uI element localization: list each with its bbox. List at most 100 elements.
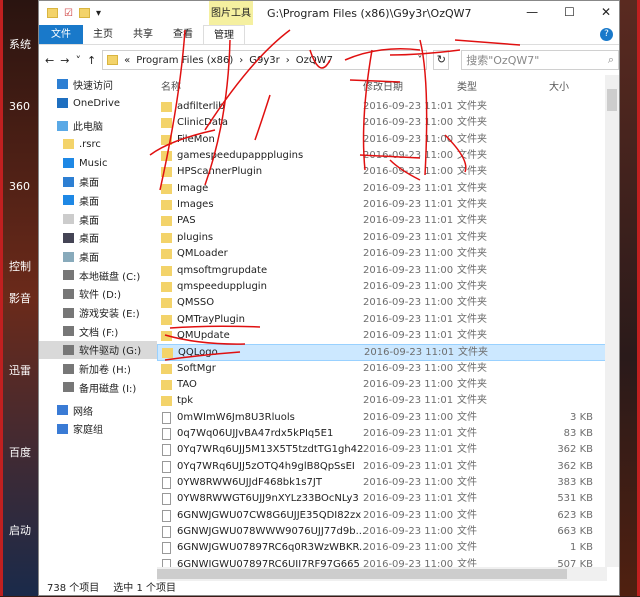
sidebar-item-label: OneDrive bbox=[73, 97, 121, 109]
breadcrumb-separator[interactable]: › bbox=[286, 55, 290, 66]
minimize-button[interactable]: — bbox=[526, 5, 538, 19]
tab-manage[interactable]: 管理 bbox=[203, 25, 245, 44]
file-name: PAS bbox=[177, 215, 196, 227]
file-row[interactable]: 0Yq7WRq6UJJ5zOTQ4h9glB8QpSsEI 2016-09-23 … bbox=[157, 459, 607, 475]
file-row[interactable]: QMSSO 2016-09-23 11:00 文件夹 bbox=[157, 295, 607, 311]
search-placeholder: 搜索"OzQW7" bbox=[466, 54, 540, 67]
customize-icon[interactable]: ▾ bbox=[96, 8, 101, 19]
breadcrumb-program-files[interactable]: Program Files (x86) bbox=[136, 55, 233, 66]
breadcrumb-g9y3r[interactable]: G9y3r bbox=[249, 55, 280, 66]
file-row[interactable]: qmspeedupplugin 2016-09-23 11:00 文件夹 bbox=[157, 279, 607, 295]
sidebar-item[interactable]: 桌面 bbox=[39, 210, 157, 229]
ribbon-tabs: 文件 主页 共享 查看 管理 ? bbox=[39, 25, 619, 45]
file-row[interactable]: 0YW8RWW6UJJdF468bk1s7JT 2016-09-23 11:00 文… bbox=[157, 475, 607, 491]
sidebar-item[interactable]: 快速访问 bbox=[39, 75, 157, 94]
address-bar[interactable]: « Program Files (x86) › G9y3r › OzQW7 ˅ bbox=[102, 50, 428, 70]
file-row[interactable]: 0mWImW6Jm8U3Rluols 2016-09-23 11:00 文件 3 KB bbox=[157, 410, 607, 426]
file-row[interactable]: 0YW8RWWGT6UJJ9nXYLz33BOcNLy3 2016-09-23 1… bbox=[157, 491, 607, 507]
tab-file[interactable]: 文件 bbox=[39, 25, 83, 44]
sidebar-item[interactable]: 新加卷 (H:) bbox=[39, 359, 157, 378]
file-type: 文件夹 bbox=[457, 101, 487, 112]
file-row[interactable]: 6GNWJGWU07897RC6q0R3WzWBKR... 2016-09-23 … bbox=[157, 540, 607, 556]
file-row[interactable]: adfilterlib 2016-09-23 11:01 文件夹 bbox=[157, 99, 607, 115]
file-date: 2016-09-23 11:00 bbox=[363, 477, 454, 489]
sidebar-item[interactable]: 软件驱动 (G:) bbox=[39, 340, 157, 360]
refresh-button[interactable]: ↻ bbox=[433, 50, 450, 70]
breadcrumb-ozqw7[interactable]: OzQW7 bbox=[296, 55, 333, 66]
properties-icon[interactable]: ☑ bbox=[64, 8, 73, 19]
file-row[interactable]: qmsoftmgrupdate 2016-09-23 11:00 文件夹 bbox=[157, 263, 607, 279]
tab-home[interactable]: 主页 bbox=[83, 25, 123, 44]
close-button[interactable]: ✕ bbox=[601, 5, 611, 19]
sidebar-item[interactable]: 桌面 bbox=[39, 247, 157, 266]
sidebar-item[interactable]: 游戏安装 (E:) bbox=[39, 303, 157, 322]
tab-share[interactable]: 共享 bbox=[123, 25, 163, 44]
file-date: 2016-09-23 11:00 bbox=[363, 133, 454, 145]
file-row[interactable]: TAO 2016-09-23 11:00 文件夹 bbox=[157, 377, 607, 393]
file-date: 2016-09-23 11:01 bbox=[364, 347, 455, 359]
file-row[interactable]: gamespeedupappplugins 2016-09-23 11:00 文件夹 bbox=[157, 148, 607, 164]
file-row[interactable]: 0Yq7WRq6UJJ5M13X5T5tzdtTG1gh42 2016-09-23… bbox=[157, 442, 607, 458]
sidebar-item[interactable]: 软件 (D:) bbox=[39, 285, 157, 304]
address-dropdown[interactable]: ˅ bbox=[417, 55, 422, 66]
file-row[interactable]: 6GNWJGWU078WWW9076UJJ77d9b... 2016-09-23 … bbox=[157, 524, 607, 540]
sidebar-item[interactable]: 文档 (F:) bbox=[39, 322, 157, 341]
file-row[interactable]: Image 2016-09-23 11:01 文件夹 bbox=[157, 181, 607, 197]
sidebar-item[interactable]: 桌面 bbox=[39, 229, 157, 248]
file-row[interactable]: HPScannerPlugin 2016-09-23 11:00 文件夹 bbox=[157, 164, 607, 180]
drive-icon bbox=[63, 307, 74, 318]
column-size[interactable]: 大小 bbox=[549, 78, 569, 93]
column-type[interactable]: 类型 bbox=[457, 78, 477, 93]
forward-button[interactable]: → bbox=[60, 54, 69, 67]
sidebar-item[interactable]: 桌面 bbox=[39, 191, 157, 210]
horizontal-scrollbar[interactable] bbox=[157, 567, 607, 581]
up-button[interactable]: ↑ bbox=[87, 54, 96, 67]
back-button[interactable]: ← bbox=[45, 54, 54, 67]
file-name: qmsoftmgrupdate bbox=[177, 264, 268, 276]
column-name[interactable]: 名称 bbox=[161, 78, 181, 93]
file-name: QQLogo bbox=[178, 347, 218, 359]
scrollbar-thumb[interactable] bbox=[607, 89, 617, 111]
file-row[interactable]: 6GNWJGWU07CW8G6UJJE35QDI82zx 2016-09-23 1… bbox=[157, 508, 607, 524]
breadcrumb-separator[interactable]: › bbox=[239, 55, 243, 66]
file-row[interactable]: tpk 2016-09-23 11:01 文件夹 bbox=[157, 393, 607, 409]
file-row[interactable]: plugins 2016-09-23 11:01 文件夹 bbox=[157, 230, 607, 246]
breadcrumb-overflow[interactable]: « bbox=[124, 55, 130, 66]
scrollbar-thumb[interactable] bbox=[157, 569, 567, 579]
status-bar: 738 个项目 选中 1 个项目 bbox=[39, 581, 619, 597]
new-folder-icon[interactable] bbox=[78, 8, 90, 18]
sidebar-item[interactable]: 网络 bbox=[39, 401, 157, 420]
sidebar-item-label: 桌面 bbox=[79, 196, 99, 208]
maximize-button[interactable]: ☐ bbox=[564, 5, 575, 19]
search-input[interactable]: 搜索"OzQW7" ⌕ bbox=[461, 50, 619, 70]
help-icon[interactable]: ? bbox=[600, 28, 613, 41]
file-row[interactable]: Images 2016-09-23 11:01 文件夹 bbox=[157, 197, 607, 213]
folder-icon[interactable] bbox=[47, 8, 58, 18]
file-size: 383 KB bbox=[557, 477, 593, 489]
vertical-scrollbar[interactable] bbox=[605, 75, 619, 567]
file-row[interactable]: QMLoader 2016-09-23 11:00 文件夹 bbox=[157, 246, 607, 262]
file-type: 文件夹 bbox=[457, 297, 487, 309]
file-row[interactable]: 0q7Wq06UJJvBA47rdx5kPIq5E1 2016-09-23 11:… bbox=[157, 426, 607, 442]
file-date: 2016-09-23 11:00 bbox=[363, 248, 454, 260]
recent-locations-button[interactable]: ˅ bbox=[75, 54, 81, 67]
sidebar-item[interactable]: 家庭组 bbox=[39, 419, 157, 438]
file-row[interactable]: FileMon 2016-09-23 11:00 文件夹 bbox=[157, 132, 607, 148]
file-row[interactable]: SoftMgr 2016-09-23 11:00 文件夹 bbox=[157, 361, 607, 377]
tab-view[interactable]: 查看 bbox=[163, 25, 203, 44]
folder-icon bbox=[161, 118, 172, 129]
sidebar-item[interactable]: OneDrive bbox=[39, 94, 157, 113]
file-row[interactable]: ClinicData 2016-09-23 11:00 文件夹 bbox=[157, 115, 607, 131]
file-row[interactable]: QMUpdate 2016-09-23 11:01 文件夹 bbox=[157, 328, 607, 344]
sidebar-item[interactable]: .rsrc bbox=[39, 135, 157, 154]
sidebar-item[interactable]: Music bbox=[39, 154, 157, 173]
sidebar-item[interactable]: 本地磁盘 (C:) bbox=[39, 266, 157, 285]
sidebar-item[interactable]: 桌面 bbox=[39, 172, 157, 191]
file-row[interactable]: PAS 2016-09-23 11:01 文件夹 bbox=[157, 213, 607, 229]
file-row[interactable]: QQLogo 2016-09-23 11:01 文件夹 bbox=[157, 344, 607, 361]
column-date[interactable]: 修改日期 bbox=[363, 78, 403, 93]
sidebar-item-label: 桌面 bbox=[79, 253, 99, 265]
sidebar-item[interactable]: 此电脑 bbox=[39, 116, 157, 135]
file-row[interactable]: QMTrayPlugin 2016-09-23 11:01 文件夹 bbox=[157, 312, 607, 328]
sidebar-item[interactable]: 备用磁盘 (I:) bbox=[39, 378, 157, 397]
